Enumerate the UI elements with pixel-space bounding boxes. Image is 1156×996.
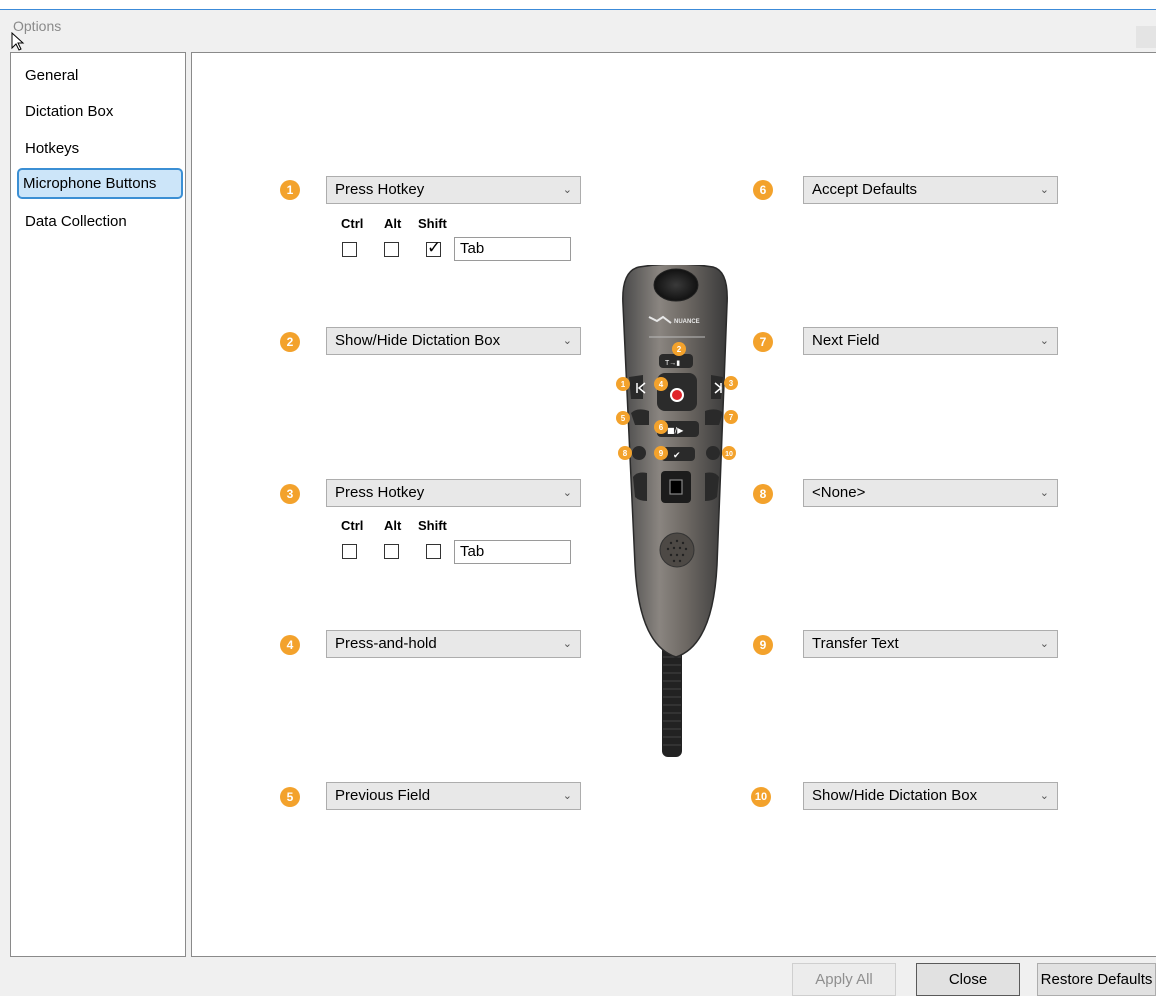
button-1-alt-checkbox[interactable] bbox=[384, 242, 399, 257]
transfer-glyph: T→▮ bbox=[665, 360, 680, 367]
button-3-alt-checkbox[interactable] bbox=[384, 544, 399, 559]
device-badge-1: 1 bbox=[621, 380, 626, 389]
button-1-shift-checkbox[interactable]: ✓ bbox=[426, 238, 441, 257]
shift-label: Shift bbox=[418, 216, 447, 231]
shift-label: Shift bbox=[418, 518, 447, 533]
button-2-action-dropdown[interactable]: Show/Hide Dictation Box ⌄ bbox=[326, 327, 581, 355]
window-top-border bbox=[0, 0, 1156, 10]
chevron-down-icon: ⌄ bbox=[1039, 487, 1049, 499]
button-1-key-field[interactable]: Tab bbox=[454, 237, 571, 261]
mic-button-8 bbox=[632, 446, 646, 460]
dropdown-value: Previous Field bbox=[335, 787, 431, 804]
close-button[interactable]: Close bbox=[916, 963, 1020, 996]
dropdown-value: Press Hotkey bbox=[335, 181, 425, 198]
chevron-down-icon: ⌄ bbox=[562, 487, 572, 499]
button-number-badge-5: 5 bbox=[280, 787, 300, 807]
dropdown-value: Show/Hide Dictation Box bbox=[812, 787, 978, 804]
chevron-down-icon: ⌄ bbox=[562, 335, 572, 347]
dropdown-value: <None> bbox=[812, 484, 866, 501]
device-badge-6: 6 bbox=[659, 423, 664, 432]
restore-defaults-button[interactable]: Restore Defaults bbox=[1037, 963, 1156, 996]
device-badge-5: 5 bbox=[621, 414, 626, 423]
button-number-badge-10: 10 bbox=[751, 787, 771, 807]
button-number-badge-6: 6 bbox=[753, 180, 773, 200]
window-close-button[interactable] bbox=[1136, 26, 1156, 48]
brand-label: NUANCE bbox=[674, 319, 700, 325]
mic-cable bbox=[662, 645, 682, 757]
chevron-down-icon: ⌄ bbox=[1039, 790, 1049, 802]
record-icon bbox=[672, 390, 682, 400]
button-number-badge-3: 3 bbox=[280, 484, 300, 504]
mic-top-lens bbox=[653, 268, 699, 302]
apply-all-button[interactable]: Apply All bbox=[792, 963, 896, 996]
nav-item-data-collection[interactable]: Data Collection bbox=[18, 205, 134, 236]
button-1-action-dropdown[interactable]: Press Hotkey ⌄ bbox=[326, 176, 581, 204]
ctrl-label: Ctrl bbox=[341, 518, 364, 533]
mic-button-10 bbox=[706, 446, 720, 460]
chevron-down-icon: ⌄ bbox=[1039, 184, 1049, 196]
dropdown-value: Press Hotkey bbox=[335, 484, 425, 501]
checkmark-icon: ✓ bbox=[427, 238, 442, 257]
button-number-badge-9: 9 bbox=[753, 635, 773, 655]
nav-item-hotkeys[interactable]: Hotkeys bbox=[18, 132, 86, 163]
button-number-badge-2: 2 bbox=[280, 332, 300, 352]
device-badge-3: 3 bbox=[729, 379, 734, 388]
play-stop-glyph: ■/▶ bbox=[667, 426, 684, 435]
dropdown-value: Show/Hide Dictation Box bbox=[335, 332, 501, 349]
dropdown-value: Transfer Text bbox=[812, 635, 899, 652]
button-3-key-field[interactable]: Tab bbox=[454, 540, 571, 564]
chevron-down-icon: ⌄ bbox=[562, 638, 572, 650]
button-number-badge-8: 8 bbox=[753, 484, 773, 504]
title-bar: Options bbox=[0, 10, 1156, 51]
button-number-badge-4: 4 bbox=[280, 635, 300, 655]
nav-item-dictation-box[interactable]: Dictation Box bbox=[18, 95, 120, 126]
chevron-down-icon: ⌄ bbox=[562, 184, 572, 196]
dropdown-value: Press-and-hold bbox=[335, 635, 437, 652]
device-badge-4: 4 bbox=[659, 380, 664, 389]
button-3-shift-checkbox[interactable] bbox=[426, 544, 441, 559]
check-glyph: ✔ bbox=[673, 451, 681, 461]
chevron-down-icon: ⌄ bbox=[562, 790, 572, 802]
button-8-action-dropdown[interactable]: <None> ⌄ bbox=[803, 479, 1058, 507]
device-badge-7: 7 bbox=[729, 413, 734, 422]
device-badge-2: 2 bbox=[677, 345, 682, 354]
button-5-action-dropdown[interactable]: Previous Field ⌄ bbox=[326, 782, 581, 810]
button-7-action-dropdown[interactable]: Next Field ⌄ bbox=[803, 327, 1058, 355]
nav-item-microphone-buttons[interactable]: Microphone Buttons bbox=[17, 168, 183, 199]
device-badge-9: 9 bbox=[659, 449, 664, 458]
device-badge-8: 8 bbox=[623, 449, 628, 458]
ctrl-label: Ctrl bbox=[341, 216, 364, 231]
button-3-ctrl-checkbox[interactable] bbox=[342, 544, 357, 559]
button-1-ctrl-checkbox[interactable] bbox=[342, 242, 357, 257]
nav-item-general[interactable]: General bbox=[18, 59, 85, 90]
dropdown-value: Accept Defaults bbox=[812, 181, 918, 198]
chevron-down-icon: ⌄ bbox=[1039, 335, 1049, 347]
powermic-illustration: NUANCE T→▮ ■/▶ ✔ 2 1 4 3 5 7 6 8 9 10 bbox=[616, 265, 738, 757]
device-badge-10: 10 bbox=[725, 451, 733, 458]
button-6-action-dropdown[interactable]: Accept Defaults ⌄ bbox=[803, 176, 1058, 204]
alt-label: Alt bbox=[384, 216, 402, 231]
button-3-action-dropdown[interactable]: Press Hotkey ⌄ bbox=[326, 479, 581, 507]
button-number-badge-1: 1 bbox=[280, 180, 300, 200]
mouse-cursor-icon bbox=[11, 32, 25, 51]
button-10-action-dropdown[interactable]: Show/Hide Dictation Box ⌄ bbox=[803, 782, 1058, 810]
button-4-action-dropdown[interactable]: Press-and-hold ⌄ bbox=[326, 630, 581, 658]
button-9-action-dropdown[interactable]: Transfer Text ⌄ bbox=[803, 630, 1058, 658]
button-number-badge-7: 7 bbox=[753, 332, 773, 352]
options-nav: General Dictation Box Hotkeys Microphone… bbox=[10, 52, 186, 957]
alt-label: Alt bbox=[384, 518, 402, 533]
chevron-down-icon: ⌄ bbox=[1039, 638, 1049, 650]
dropdown-value: Next Field bbox=[812, 332, 880, 349]
